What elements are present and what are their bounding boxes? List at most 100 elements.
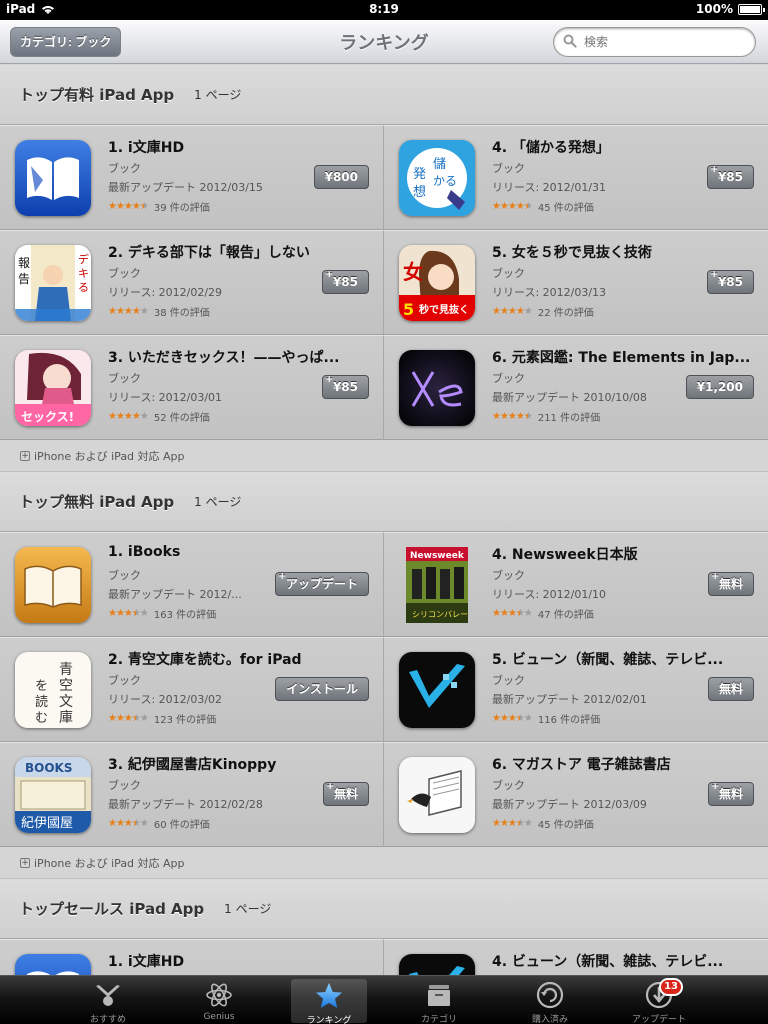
free-button[interactable]: 無料	[707, 677, 754, 701]
tab-ranking[interactable]: ランキング	[291, 979, 367, 1024]
free-button[interactable]: + 無料	[707, 781, 754, 806]
price-button[interactable]: ¥800	[313, 165, 369, 189]
app-rating: ★★★★★ 38 件の評価	[108, 304, 210, 319]
app-name[interactable]: 4. Newsweek日本版	[492, 544, 754, 564]
app-icon-dekiru-buka[interactable]: 報告 デキる	[15, 245, 91, 321]
app-cell[interactable]: 青空文庫を読む 2. 青空文庫を読む。for iPad ブック リリース: 20…	[0, 637, 384, 742]
section-header-top-grossing[interactable]: トップセールス iPad App 1 ページ	[0, 879, 768, 939]
rating-stars-icon: ★★★★★★	[108, 818, 149, 829]
free-button[interactable]: + 無料	[322, 782, 369, 806]
app-icon-elements[interactable]	[399, 350, 475, 426]
tab-genius[interactable]: Genius	[181, 976, 257, 1024]
section-title: トップ無料 iPad App	[19, 493, 175, 511]
tab-bar: おすすめ Genius ランキング カテゴリ 購入済み アップデート 13	[0, 975, 768, 1024]
svg-text:Newsweek: Newsweek	[410, 551, 465, 561]
universal-plus-icon: +	[710, 781, 720, 792]
tab-updates[interactable]: アップデート 13	[621, 976, 697, 1024]
app-icon-ibunko-hd[interactable]	[15, 954, 91, 975]
app-grid-top-free: 1. iBooks ブック 最新アップデート 2012/... ★★★★★★ 16…	[0, 532, 768, 847]
app-cell[interactable]: 4. ビューン（新聞、雑誌、テレビ...	[384, 939, 768, 975]
app-icon-mokaru-hasso[interactable]: 発想儲かる	[399, 140, 475, 216]
app-icon-aozora[interactable]: 青空文庫を読む	[15, 652, 91, 728]
svg-text:想: 想	[413, 184, 426, 200]
app-cell[interactable]: 発想儲かる 4. 「儲かる発想」 ブック リリース: 2012/01/31 ★★…	[384, 125, 768, 230]
svg-text:セックス!: セックス!	[21, 410, 74, 424]
install-button[interactable]: インストール	[275, 677, 369, 701]
app-name[interactable]: 4. ビューン（新聞、雑誌、テレビ...	[492, 951, 754, 971]
free-button[interactable]: + 無料	[707, 572, 754, 596]
app-cell[interactable]: Newsweek シリコンバレー 4. Newsweek日本版 ブック リリース:…	[384, 532, 768, 637]
app-category: ブック	[492, 569, 525, 582]
svg-text:告: 告	[18, 272, 30, 286]
tab-purchased[interactable]: 購入済み	[512, 976, 588, 1024]
clock: 8:19	[369, 2, 399, 16]
app-name[interactable]: 2. 青空文庫を読む。for iPad	[108, 649, 370, 669]
app-icon-itadaki[interactable]: セックス!	[15, 350, 91, 426]
price-button[interactable]: + ¥85	[321, 270, 369, 294]
app-name[interactable]: 6. マガストア 電子雑誌書店	[492, 754, 754, 774]
app-name[interactable]: 1. i文庫HD	[108, 137, 370, 157]
app-cell[interactable]: 1. i文庫HD	[0, 939, 384, 975]
app-name[interactable]: 1. i文庫HD	[108, 951, 370, 971]
footer-label: iPhone および iPad 対応 App	[34, 449, 185, 463]
app-cell[interactable]: 5. ビューン（新聞、雑誌、テレビ... ブック 最新アップデート 2012/0…	[384, 637, 768, 742]
app-icon-kinoppy[interactable]: BOOKS 紀伊國屋	[15, 757, 91, 833]
app-icon-viewn[interactable]	[399, 954, 475, 975]
universal-plus-icon: +	[20, 450, 30, 461]
app-icon-magastore[interactable]	[399, 757, 475, 833]
svg-text:儲: 儲	[433, 157, 446, 172]
app-cell[interactable]: 1. i文庫HD ブック 最新アップデート 2012/03/15 ★★★★★★ 3…	[0, 125, 384, 230]
button-label: 無料	[718, 787, 743, 801]
app-name[interactable]: 3. 紀伊國屋書店Kinoppy	[108, 754, 370, 774]
ranking-list[interactable]: トップ有料 iPad App 1 ページ 1. i文庫HD ブック 最新アップデ…	[0, 65, 768, 975]
app-cell[interactable]: 報告 デキる 2. デキる部下は「報告」しない ブック リリース: 2012/02…	[0, 230, 384, 335]
section-header-top-free[interactable]: トップ無料 iPad App 1 ページ	[0, 472, 768, 532]
app-name[interactable]: 1. iBooks	[108, 544, 370, 560]
price-label: ¥800	[324, 170, 358, 184]
app-icon-ibunko-hd[interactable]	[15, 140, 91, 216]
app-icon-viewn[interactable]	[399, 652, 475, 728]
app-rating: ★★★★★★ 47 件の評価	[492, 606, 594, 621]
price-button[interactable]: ¥1,200	[685, 375, 754, 399]
app-cell[interactable]: セックス! 3. いただきセックス！——やっぱ... ブック リリース: 201…	[0, 335, 384, 440]
rating-count: 39 件の評価	[153, 203, 210, 214]
app-name[interactable]: 5. 女を５秒で見抜く技術	[492, 242, 754, 262]
app-name[interactable]: 5. ビューン（新聞、雑誌、テレビ...	[492, 649, 754, 669]
search-field[interactable]	[553, 27, 756, 57]
app-cell[interactable]: 女 5 秒で見抜く 5. 女を５秒で見抜く技術 ブック リリース: 2012/03/…	[384, 230, 768, 335]
app-icon-newsweek[interactable]: Newsweek シリコンバレー	[406, 547, 468, 623]
section-header-top-paid[interactable]: トップ有料 iPad App 1 ページ	[0, 65, 768, 125]
price-button[interactable]: + ¥85	[706, 165, 754, 189]
app-name[interactable]: 6. 元素図鑑: The Elements in Jap...	[492, 347, 754, 367]
app-name[interactable]: 4. 「儲かる発想」	[492, 137, 754, 157]
app-date: リリース: 2012/03/13	[492, 286, 607, 299]
app-name[interactable]: 2. デキる部下は「報告」しない	[108, 242, 370, 262]
update-button[interactable]: + アップデート	[274, 572, 369, 596]
app-category: ブック	[108, 779, 141, 792]
app-date: 最新アップデート 2012/03/15	[108, 181, 263, 194]
rating-count: 52 件の評価	[153, 413, 210, 424]
svg-text:文: 文	[59, 694, 73, 710]
app-icon-ibooks[interactable]	[15, 547, 91, 623]
rating-count: 22 件の評価	[537, 308, 594, 319]
app-cell[interactable]: 6. 元素図鑑: The Elements in Jap... ブック 最新アッ…	[384, 335, 768, 440]
svg-text:女: 女	[403, 260, 423, 284]
tab-featured[interactable]: おすすめ	[70, 976, 146, 1024]
rating-count: 123 件の評価	[153, 715, 217, 726]
search-input[interactable]	[584, 33, 744, 51]
tab-categories[interactable]: カテゴリ	[401, 976, 477, 1024]
app-category: ブック	[108, 674, 141, 687]
app-cell[interactable]: 1. iBooks ブック 最新アップデート 2012/... ★★★★★★ 16…	[0, 532, 384, 637]
app-icon-onna-5byou[interactable]: 女 5 秒で見抜く	[399, 245, 475, 321]
app-name[interactable]: 3. いただきセックス！——やっぱ...	[108, 347, 370, 367]
app-date: リリース: 2012/03/02	[108, 693, 223, 706]
price-button[interactable]: + ¥85	[706, 270, 754, 294]
featured-icon	[96, 985, 120, 1006]
rating-stars-icon: ★★★★★★	[492, 713, 533, 724]
section-page-label: 1 ページ	[194, 495, 242, 509]
app-cell[interactable]: 6. マガストア 電子雑誌書店 ブック 最新アップデート 2012/03/09 …	[384, 742, 768, 847]
price-button[interactable]: + ¥85	[321, 375, 369, 399]
app-category: ブック	[492, 162, 525, 175]
svg-text:キ: キ	[78, 267, 89, 280]
app-cell[interactable]: BOOKS 紀伊國屋 3. 紀伊國屋書店Kinoppy ブック 最新アップデート …	[0, 742, 384, 847]
